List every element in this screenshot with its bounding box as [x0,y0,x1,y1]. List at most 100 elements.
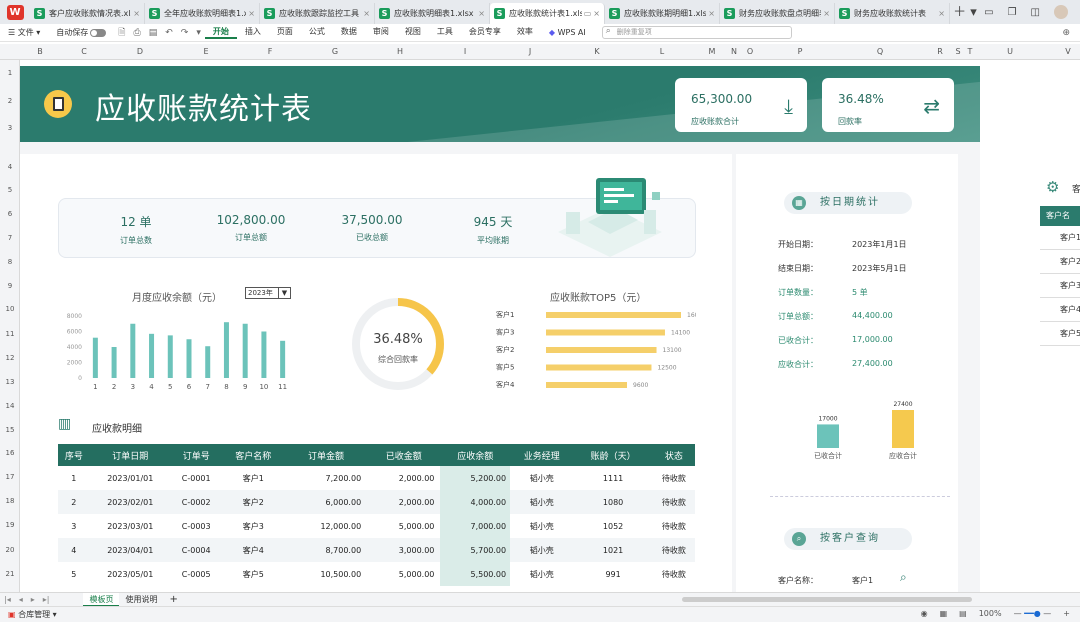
file-tab[interactable]: S 全年应收账款明细表1.xlsx× [145,3,260,24]
wps-logo[interactable]: W [0,0,30,24]
row-label[interactable]: 14 [0,402,20,410]
row-label[interactable]: 8 [0,258,20,266]
table-cell[interactable]: C-0003 [171,514,222,538]
restore-icon[interactable]: ▭ [984,7,993,18]
table-row[interactable]: 3 2023/03/01 C-0003 客户3 12,000.00 5,000.00 7,0… [58,514,695,538]
file-tab[interactable]: S 应收账款统计表1.xlsx ▭ × [490,3,605,24]
table-row[interactable]: 2 2023/02/01 C-0002 客户2 6,000.00 2,000.00 4,00… [58,490,695,514]
file-tab[interactable]: S 客户应收账款情况表.xlsx × [30,3,145,24]
share-icon[interactable]: ⊕ [1058,28,1074,38]
new-tab-button[interactable]: ＋ ▾ [950,2,980,24]
close-icon[interactable]: × [593,9,600,18]
normal-view-icon[interactable]: ▦ [940,609,948,618]
table-cell[interactable]: 2023/03/01 [90,514,171,538]
table-cell[interactable]: C-0001 [171,466,222,490]
table-cell[interactable]: 待收款 [653,562,695,586]
table-cell[interactable]: 7,000.00 [440,514,511,538]
customer-list-item[interactable]: 客户2 [1040,250,1080,274]
column-label[interactable]: C [74,44,94,60]
table-cell[interactable]: 客户4 [221,538,285,562]
file-tab[interactable]: S 财务应收账款盘点明细表 × [720,3,835,24]
sheet-nav-last-icon[interactable]: ▸| [39,595,54,604]
row-label[interactable]: 15 [0,426,20,434]
menu-item[interactable]: 数据 [333,26,365,39]
table-cell[interactable]: 8,700.00 [284,538,368,562]
zoom-in-icon[interactable]: + [1063,609,1070,618]
eye-icon[interactable]: ◉ [921,609,928,618]
column-label[interactable]: O [740,44,760,60]
table-cell[interactable]: 4,000.00 [440,490,511,514]
table-cell[interactable]: 韬小壳 [510,490,574,514]
table-cell[interactable]: 5,500.00 [440,562,511,586]
menu-item[interactable]: 效率 [509,26,541,39]
row-label[interactable]: 3 [0,124,20,132]
table-cell[interactable]: 7,200.00 [285,466,367,490]
customer-query-button[interactable]: ⌕ 按客户查询 [784,528,912,550]
table-cell[interactable]: 韬小壳 [510,538,574,562]
row-label[interactable]: 12 [0,354,20,362]
column-label[interactable]: E [196,44,216,60]
column-label[interactable]: P [790,44,810,60]
column-label[interactable]: K [587,44,607,60]
wps-ai-button[interactable]: ◆ WPS AI [541,28,594,37]
table-cell[interactable]: 5,700.00 [440,538,511,562]
column-label[interactable]: L [652,44,672,60]
table-cell[interactable]: 客户2 [221,490,285,514]
table-cell[interactable]: 2 [58,490,90,514]
customer-search-icon[interactable]: ⌕ [900,570,907,585]
column-label[interactable]: I [455,44,475,60]
sheet-nav-prev-icon[interactable]: ◂ [15,595,27,604]
file-tab[interactable]: S 财务应收账款统计表 × [835,3,950,24]
table-cell[interactable]: 1 [58,466,90,490]
table-cell[interactable]: 韬小壳 [510,562,573,586]
export-icon[interactable]: ⎙ [130,28,145,38]
table-cell[interactable]: 4 [58,538,90,562]
row-label[interactable]: 6 [0,210,20,218]
more-icon[interactable]: ▾ [192,28,205,38]
table-cell[interactable]: 客户5 [222,562,285,586]
menu-item[interactable]: 会员专享 [461,26,509,39]
autosave-toggle[interactable] [90,28,107,37]
row-label[interactable]: 16 [0,449,20,457]
sheet-tab[interactable]: 使用说明 [119,593,163,607]
customer-list-item[interactable]: 客户1 [1040,226,1080,250]
table-cell[interactable]: C-0002 [170,490,222,514]
table-cell[interactable]: 1080 [573,490,653,514]
table-cell[interactable]: 待收款 [653,514,695,538]
row-label[interactable]: 13 [0,378,20,386]
column-label[interactable]: V [1058,44,1078,60]
row-label[interactable]: 21 [0,570,20,578]
row-label[interactable]: 19 [0,521,20,529]
menu-file[interactable]: ☰ 文件 ▾ [0,27,48,38]
table-row[interactable]: 1 2023/01/01 C-0001 客户1 7,200.00 2,000.00 5,20… [58,466,695,490]
avatar[interactable] [1054,5,1068,19]
row-label[interactable]: 11 [0,330,20,338]
column-label[interactable]: H [390,44,410,60]
column-label[interactable]: D [130,44,150,60]
row-label[interactable]: 2 [0,97,20,105]
close-icon[interactable]: × [708,9,715,18]
row-label[interactable]: 10 [0,305,20,313]
save-icon[interactable]: 🗎 [114,25,129,41]
date-stat-button[interactable]: ▦ 按日期统计 [784,192,912,214]
table-cell[interactable]: 2,000.00 [367,466,440,490]
row-label[interactable]: 5 [0,186,20,194]
table-cell[interactable]: 2023/05/01 [90,562,171,586]
menu-item[interactable]: 审阅 [365,26,397,39]
table-cell[interactable]: 5,200.00 [440,466,511,490]
table-row[interactable]: 4 2023/04/01 C-0004 客户4 8,700.00 3,000.00 5,70… [58,538,695,562]
menu-item[interactable]: 工具 [429,26,461,39]
column-label[interactable]: M [702,44,722,60]
table-row[interactable]: 5 2023/05/01 C-0005 客户5 10,500.00 5,000.00 5,5… [58,562,695,586]
table-cell[interactable]: 5,000.00 [367,514,440,538]
close-icon[interactable]: × [823,9,830,18]
table-cell[interactable]: C-0005 [171,562,222,586]
customer-name-value[interactable]: 客户1 [852,575,873,586]
sheet-nav-next-icon[interactable]: ▸ [27,595,39,604]
row-label[interactable]: 18 [0,497,20,505]
redo-icon[interactable]: ↷ [177,28,193,38]
table-cell[interactable]: 2023/04/01 [89,538,171,562]
menu-item[interactable]: 插入 [237,26,269,39]
table-cell[interactable]: 5,000.00 [367,562,440,586]
row-label[interactable]: 17 [0,473,20,481]
